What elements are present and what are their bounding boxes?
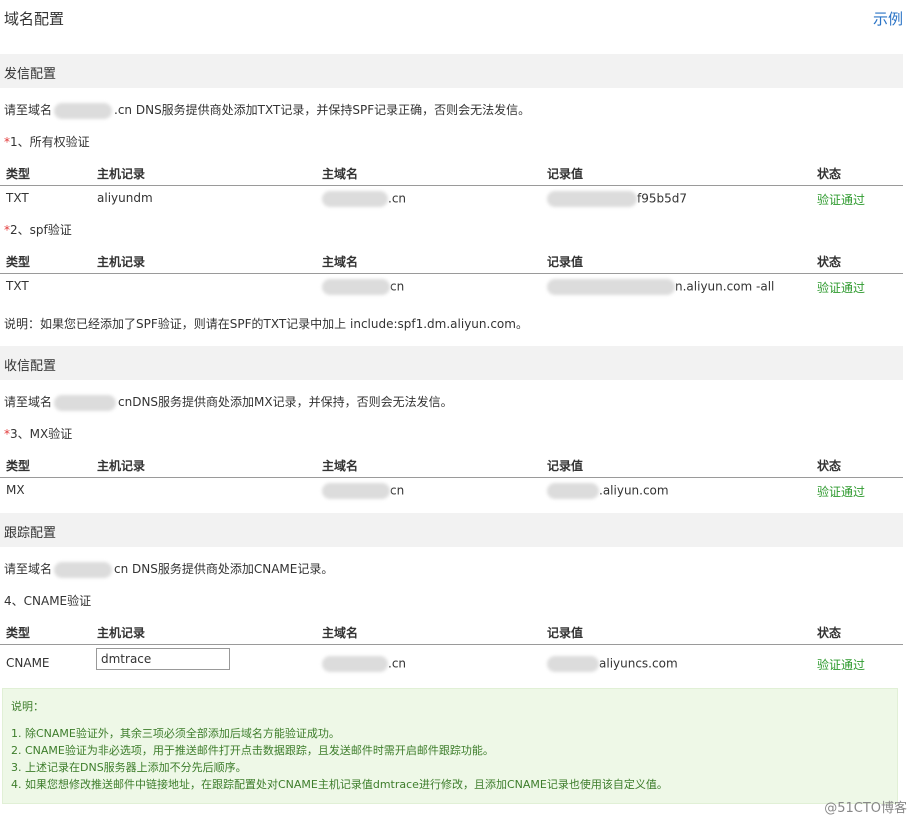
status-badge: 验证通过 — [817, 658, 866, 672]
header-domain: 主域名 — [322, 459, 359, 473]
cell-type: TXT — [6, 279, 29, 293]
header-domain: 主域名 — [322, 255, 359, 269]
intro-prefix: 请至域名 — [4, 395, 53, 409]
table-row: MX cn .aliyun.com 验证通过 — [0, 478, 903, 504]
example-link[interactable]: 示例 — [873, 8, 903, 29]
cell-domain: .cn — [322, 191, 406, 207]
status-badge: 验证通过 — [817, 485, 866, 499]
spf-label: *2、spf验证 — [4, 221, 72, 238]
redacted-domain — [54, 102, 113, 119]
header-host: 主机记录 — [97, 459, 146, 473]
cell-value: n.aliyun.com -all — [547, 279, 774, 295]
cell-domain: cn — [322, 279, 404, 295]
status-badge: 验证通过 — [817, 281, 866, 295]
section-title: 跟踪配置 — [4, 526, 57, 541]
header-value: 记录值 — [547, 255, 584, 269]
header-value: 记录值 — [547, 167, 584, 181]
cell-domain: cn — [322, 483, 404, 499]
redacted-domain — [54, 561, 113, 578]
section-title: 收信配置 — [4, 359, 57, 374]
header-status: 状态 — [817, 255, 842, 269]
cell-value-text: n.aliyun.com -all — [675, 279, 775, 294]
note-item: 3. 上述记录在DNS服务器上添加不分先后顺序。 — [11, 761, 247, 774]
intro-suffix: cn DNS服务提供商处添加CNAME记录。 — [114, 562, 334, 576]
table-header: 类型 主机记录 主域名 记录值 状态 — [0, 249, 903, 274]
header-host: 主机记录 — [97, 626, 146, 640]
intro-suffix: cnDNS服务提供商处添加MX记录，并保持，否则会无法发信。 — [118, 395, 453, 409]
table-row: CNAME .cn aliyuncs.com 验证通过 — [0, 648, 903, 677]
section-receiving: 收信配置 — [0, 346, 903, 380]
header-type: 类型 — [6, 459, 31, 473]
cell-value-text: f95b5d7 — [637, 191, 687, 206]
tracking-intro: 请至域名 cn DNS服务提供商处添加CNAME记录。 — [4, 560, 333, 578]
header-domain: 主域名 — [322, 626, 359, 640]
cell-value: aliyuncs.com — [547, 656, 678, 672]
header-value: 记录值 — [547, 626, 584, 640]
cell-value: .aliyun.com — [547, 483, 669, 499]
notes-box: 说明： 1. 除CNAME验证外，其余三项必须全部添加后域名方能验证成功。 2.… — [2, 688, 898, 804]
redacted — [322, 191, 388, 207]
header-status: 状态 — [817, 626, 842, 640]
section-title: 发信配置 — [4, 67, 57, 82]
redacted — [547, 483, 599, 499]
cell-domain-text: cn — [390, 279, 405, 294]
header-status: 状态 — [817, 459, 842, 473]
note-item: 4. 如果您想修改推送邮件中链接地址，在跟踪配置处对CNAME主机记录值dmtr… — [11, 778, 668, 791]
note-item: 2. CNAME验证为非必选项，用于推送邮件打开点击数据跟踪，且发送邮件时需开启… — [11, 744, 494, 757]
notes-title: 说明： — [11, 700, 44, 713]
cell-value: f95b5d7 — [547, 191, 687, 207]
cell-type: TXT — [6, 191, 29, 205]
header-type: 类型 — [6, 626, 31, 640]
section-sending: 发信配置 — [0, 54, 903, 88]
cell-domain-text: cn — [390, 483, 405, 498]
section-tracking: 跟踪配置 — [0, 513, 903, 547]
spf-note: 说明：如果您已经添加了SPF验证，则请在SPF的TXT记录中加上 include… — [4, 317, 528, 331]
receiving-intro: 请至域名 cnDNS服务提供商处添加MX记录，并保持，否则会无法发信。 — [4, 393, 453, 411]
cell-value-text: aliyuncs.com — [599, 656, 678, 671]
table-row: TXT cn n.aliyun.com -all 验证通过 — [0, 274, 903, 300]
intro-prefix: 请至域名 — [4, 103, 53, 117]
cell-domain: .cn — [322, 656, 406, 672]
label-text: 1、所有权验证 — [10, 135, 90, 149]
cell-host: aliyundm — [97, 191, 153, 205]
table-row: TXT aliyundm .cn f95b5d7 验证通过 — [0, 186, 903, 212]
table-header: 类型 主机记录 主域名 记录值 状态 — [0, 161, 903, 186]
redacted-domain — [54, 394, 117, 411]
cname-host-input[interactable] — [96, 648, 230, 670]
watermark: @51CTO博客 — [824, 801, 907, 816]
header-domain: 主域名 — [322, 167, 359, 181]
cell-type: MX — [6, 483, 25, 497]
sending-intro: 请至域名 .cn DNS服务提供商处添加TXT记录，并保持SPF记录正确，否则会无… — [4, 101, 530, 119]
header-value: 记录值 — [547, 459, 584, 473]
header-type: 类型 — [6, 167, 31, 181]
redacted — [547, 279, 675, 295]
header-type: 类型 — [6, 255, 31, 269]
page-title: 域名配置 — [4, 10, 65, 28]
header-host: 主机记录 — [97, 167, 146, 181]
cname-label: 4、CNAME验证 — [4, 594, 92, 608]
intro-suffix: .cn DNS服务提供商处添加TXT记录，并保持SPF记录正确，否则会无法发信。 — [114, 103, 531, 117]
header-host: 主机记录 — [97, 255, 146, 269]
header-status: 状态 — [817, 167, 842, 181]
cell-type: CNAME — [6, 656, 50, 670]
ownership-label: *1、所有权验证 — [4, 133, 90, 150]
note-item: 1. 除CNAME验证外，其余三项必须全部添加后域名方能验证成功。 — [11, 727, 340, 740]
redacted — [547, 656, 599, 672]
intro-prefix: 请至域名 — [4, 562, 53, 576]
redacted — [322, 279, 390, 295]
cell-domain-text: .cn — [388, 656, 407, 671]
table-header: 类型 主机记录 主域名 记录值 状态 — [0, 453, 903, 478]
mx-label: *3、MX验证 — [4, 425, 72, 442]
cell-domain-text: .cn — [388, 191, 407, 206]
cell-value-text: .aliyun.com — [599, 483, 669, 498]
redacted — [547, 191, 637, 207]
label-text: 2、spf验证 — [10, 223, 72, 237]
redacted — [322, 656, 388, 672]
table-header: 类型 主机记录 主域名 记录值 状态 — [0, 620, 903, 645]
label-text: 3、MX验证 — [10, 427, 73, 441]
status-badge: 验证通过 — [817, 193, 866, 207]
redacted — [322, 483, 390, 499]
